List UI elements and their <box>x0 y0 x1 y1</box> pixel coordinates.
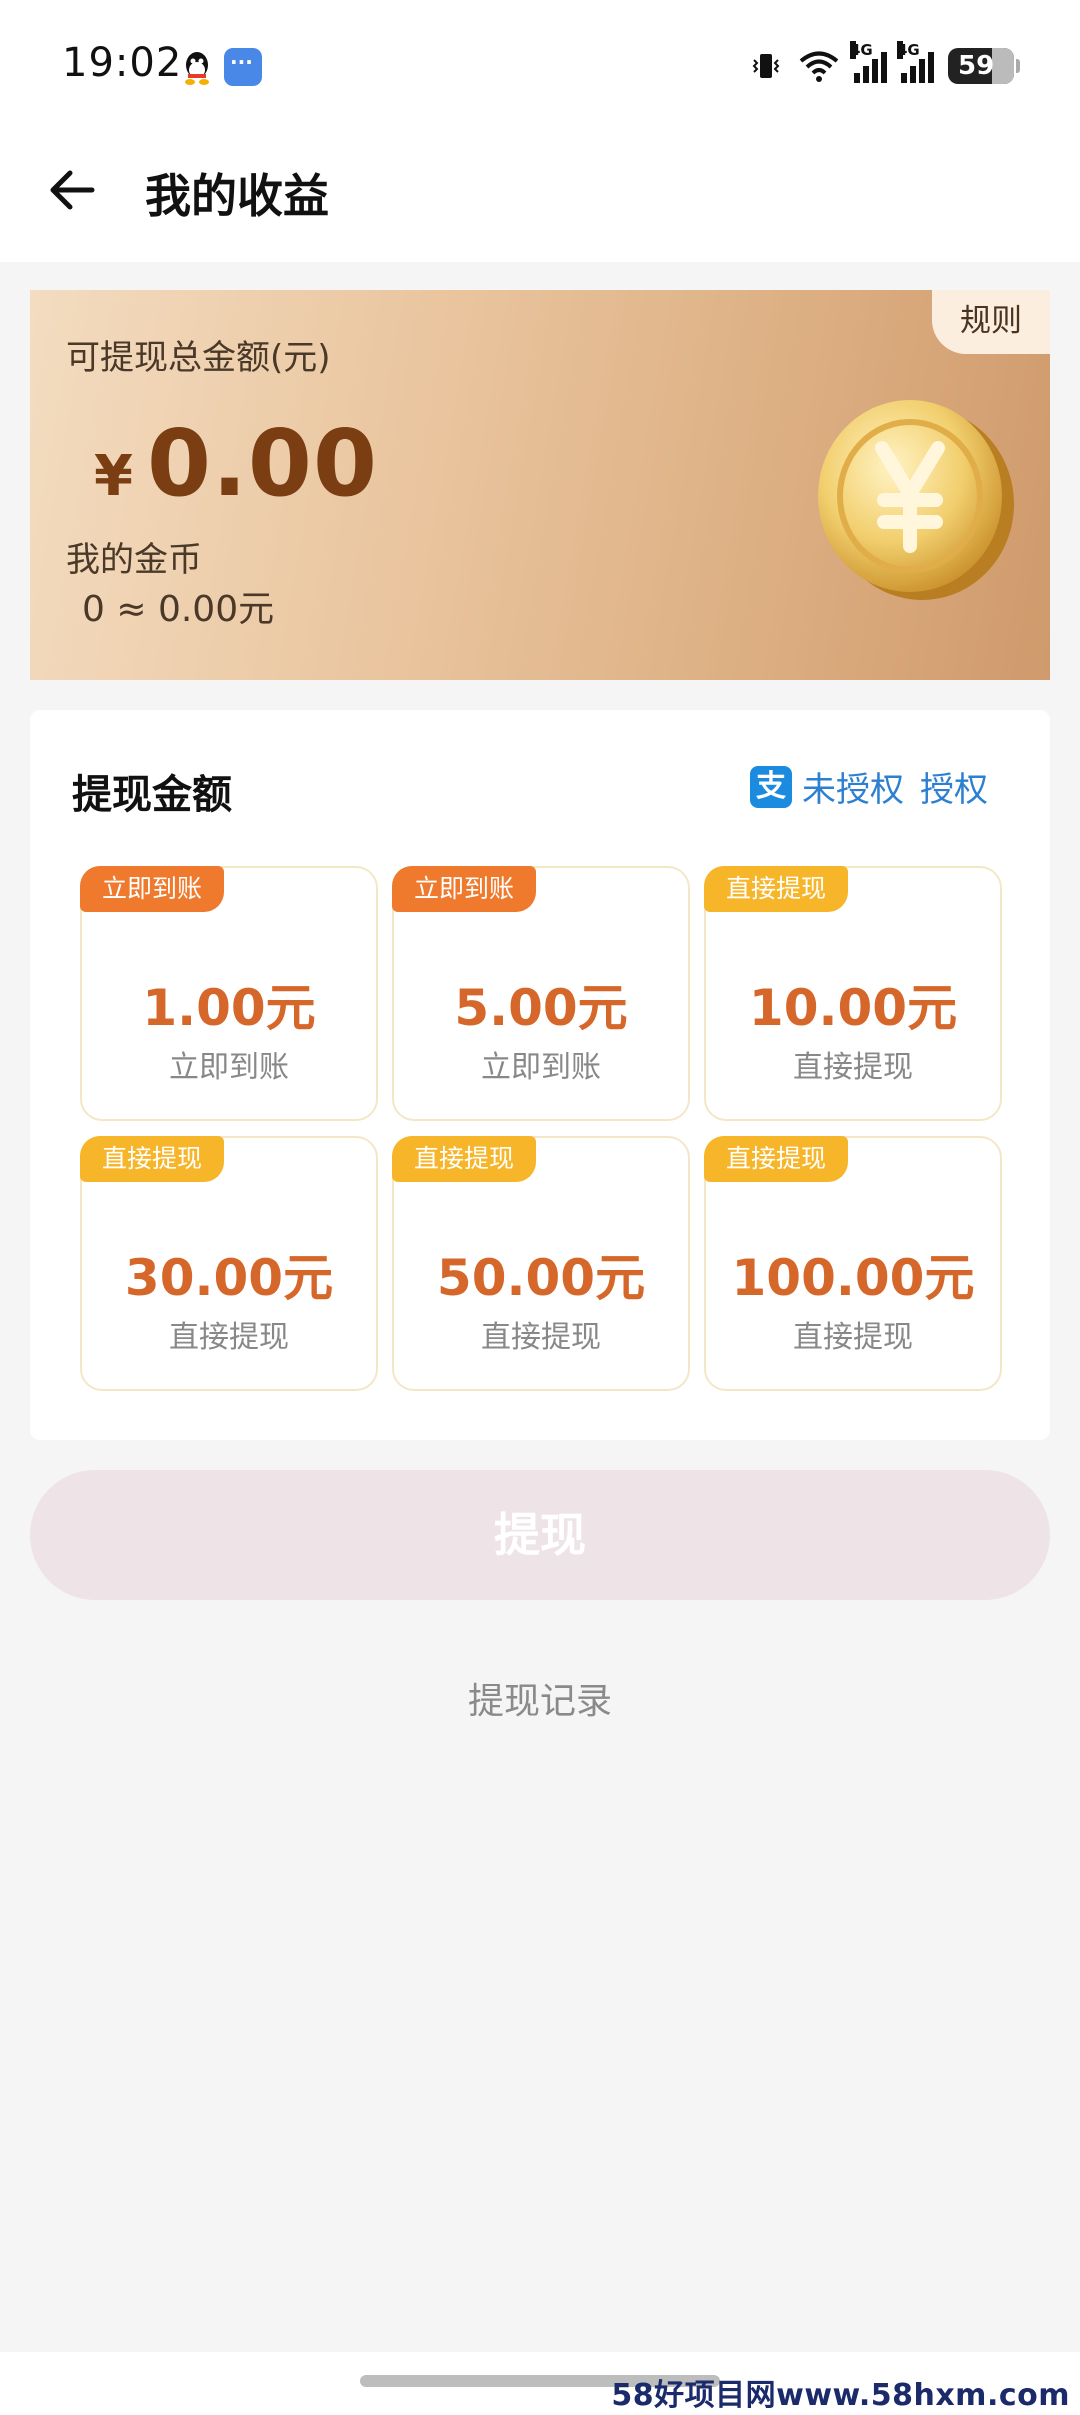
top-bar: 19:02 4G <box>0 0 1080 262</box>
battery-level: 59 <box>958 51 995 81</box>
signal-icon: 4G <box>850 41 887 83</box>
option-badge: 直接提现 <box>704 1136 849 1182</box>
option-subtitle: 直接提现 <box>793 1320 913 1355</box>
balance-amount: ¥ 0.00 <box>94 410 378 517</box>
message-icon <box>224 48 262 86</box>
withdraw-card: 提现金额 支 未授权 授权 立即到账 1.00元 立即到账 立即到账 5.00元… <box>30 710 1050 1440</box>
option-badge: 直接提现 <box>704 866 849 912</box>
option-badge: 直接提现 <box>80 1136 225 1182</box>
coin-value: 0 ≈ 0.00元 <box>82 589 275 630</box>
battery-icon: 59 <box>948 48 1020 84</box>
status-indicators: 4G 4G 59 <box>748 41 1020 86</box>
withdraw-records-link[interactable]: 提现记录 <box>0 1672 1080 1724</box>
balance-label: 可提现总金额(元) <box>66 338 331 378</box>
option-amount: 50.00元 <box>436 1249 646 1307</box>
withdraw-option[interactable]: 直接提现 100.00元 直接提现 <box>704 1136 1002 1391</box>
option-amount: 1.00元 <box>142 979 316 1037</box>
withdraw-option[interactable]: 直接提现 50.00元 直接提现 <box>392 1136 690 1391</box>
option-subtitle: 直接提现 <box>481 1320 601 1355</box>
option-badge: 立即到账 <box>80 866 225 912</box>
watermark: 58好项目网www.58hxm.com <box>611 2378 1070 2413</box>
wifi-icon <box>799 51 839 82</box>
back-arrow-icon[interactable] <box>40 158 104 222</box>
option-amount: 10.00元 <box>748 979 958 1037</box>
balance-card: 规则 可提现总金额(元) ¥ 0.00 我的金币 0 ≈ 0.00元 <box>30 290 1050 680</box>
authorize-link[interactable]: 授权 <box>920 762 988 811</box>
withdraw-options: 立即到账 1.00元 立即到账 立即到账 5.00元 立即到账 直接提现 10.… <box>80 866 1002 1396</box>
option-amount: 5.00元 <box>454 979 628 1037</box>
withdraw-option[interactable]: 直接提现 10.00元 直接提现 <box>704 866 1002 1121</box>
option-badge: 立即到账 <box>392 866 537 912</box>
status-time: 19:02 <box>62 40 183 86</box>
qq-icon <box>185 52 209 85</box>
alipay-auth[interactable]: 支 未授权 授权 <box>750 762 988 811</box>
withdraw-option[interactable]: 立即到账 1.00元 立即到账 <box>80 866 378 1121</box>
auth-status: 未授权 <box>802 770 904 810</box>
balance-value: 0.00 <box>146 410 378 517</box>
option-amount: 30.00元 <box>124 1249 334 1307</box>
withdraw-button[interactable]: 提现 <box>30 1470 1050 1600</box>
option-subtitle: 立即到账 <box>481 1050 601 1085</box>
withdraw-option[interactable]: 直接提现 30.00元 直接提现 <box>80 1136 378 1391</box>
vibrate-icon <box>752 54 780 78</box>
coin-label: 我的金币 <box>66 540 202 580</box>
alipay-icon: 支 <box>750 765 792 808</box>
option-subtitle: 直接提现 <box>793 1050 913 1085</box>
option-subtitle: 直接提现 <box>169 1320 289 1355</box>
option-badge: 直接提现 <box>392 1136 537 1182</box>
status-bar: 19:02 4G <box>0 0 1080 135</box>
withdraw-amount-title: 提现金额 <box>72 772 232 818</box>
option-amount: 100.00元 <box>731 1249 975 1307</box>
currency-symbol: ¥ <box>94 444 133 509</box>
page-title: 我的收益 <box>145 169 329 223</box>
rules-button[interactable]: 规则 <box>932 290 1050 354</box>
signal-icon: 4G <box>897 41 934 83</box>
gold-coin-icon <box>818 400 1014 600</box>
withdraw-option[interactable]: 立即到账 5.00元 立即到账 <box>392 866 690 1121</box>
option-subtitle: 立即到账 <box>169 1050 289 1085</box>
